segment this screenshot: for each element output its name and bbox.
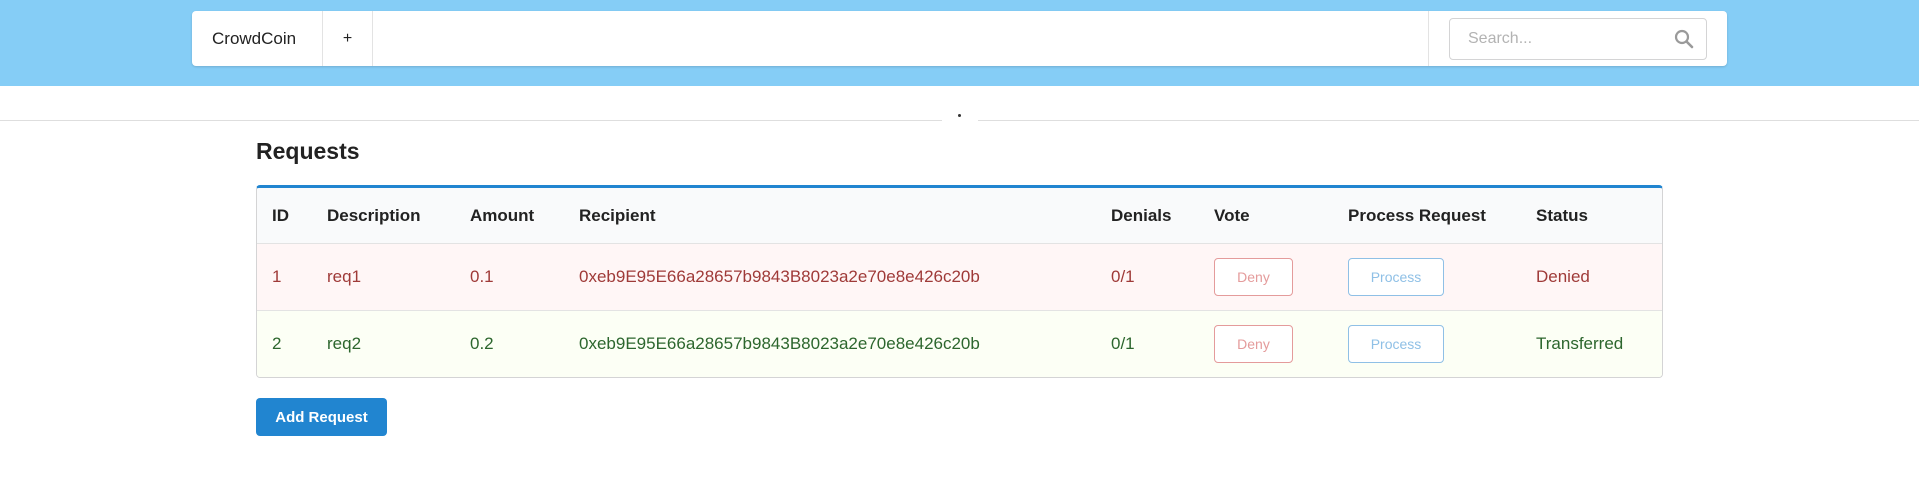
request-status: Denied (1521, 244, 1662, 311)
table-row: 2 req2 0.2 0xeb9E95E66a28657b9843B8023a2… (257, 311, 1662, 377)
col-denials-header: Denials (1096, 188, 1199, 244)
deny-button[interactable]: Deny (1214, 258, 1293, 296)
request-denials: 0/1 (1096, 311, 1199, 377)
request-id: 1 (257, 244, 312, 311)
vote-cell: Deny (1199, 311, 1333, 377)
process-cell: Process (1333, 311, 1521, 377)
process-button[interactable]: Process (1348, 325, 1444, 363)
search-container (1428, 11, 1727, 66)
col-description-header: Description (312, 188, 455, 244)
add-request-button[interactable]: Add Request (256, 398, 387, 436)
table-row: 1 req1 0.1 0xeb9E95E66a28657b9843B8023a2… (257, 244, 1662, 311)
top-menu: CrowdCoin + (192, 11, 1727, 66)
request-amount: 0.1 (455, 244, 564, 311)
request-description: req2 (312, 311, 455, 377)
request-amount: 0.2 (455, 311, 564, 377)
request-description: req1 (312, 244, 455, 311)
search-input[interactable] (1450, 18, 1668, 59)
request-status: Transferred (1521, 311, 1662, 377)
col-vote-header: Vote (1199, 188, 1333, 244)
process-button[interactable]: Process (1348, 258, 1444, 296)
request-recipient: 0xeb9E95E66a28657b9843B8023a2e70e8e426c2… (564, 244, 1096, 311)
col-process-header: Process Request (1333, 188, 1521, 244)
divider-dot (958, 114, 961, 117)
page-title: Requests (256, 138, 360, 164)
brand-link[interactable]: CrowdCoin (192, 11, 323, 66)
request-denials: 0/1 (1096, 244, 1199, 311)
add-campaign-link[interactable]: + (323, 11, 373, 66)
col-recipient-header: Recipient (564, 188, 1096, 244)
search-icon[interactable] (1674, 29, 1694, 49)
requests-table: ID Description Amount Recipient Denials … (256, 185, 1663, 378)
process-cell: Process (1333, 244, 1521, 311)
table-header-row: ID Description Amount Recipient Denials … (257, 188, 1662, 244)
request-recipient: 0xeb9E95E66a28657b9843B8023a2e70e8e426c2… (564, 311, 1096, 377)
search-box (1449, 17, 1707, 60)
col-amount-header: Amount (455, 188, 564, 244)
col-id-header: ID (257, 188, 312, 244)
deny-button[interactable]: Deny (1214, 325, 1293, 363)
col-status-header: Status (1521, 188, 1662, 244)
menu-spacer (373, 11, 1428, 66)
request-id: 2 (257, 311, 312, 377)
vote-cell: Deny (1199, 244, 1333, 311)
